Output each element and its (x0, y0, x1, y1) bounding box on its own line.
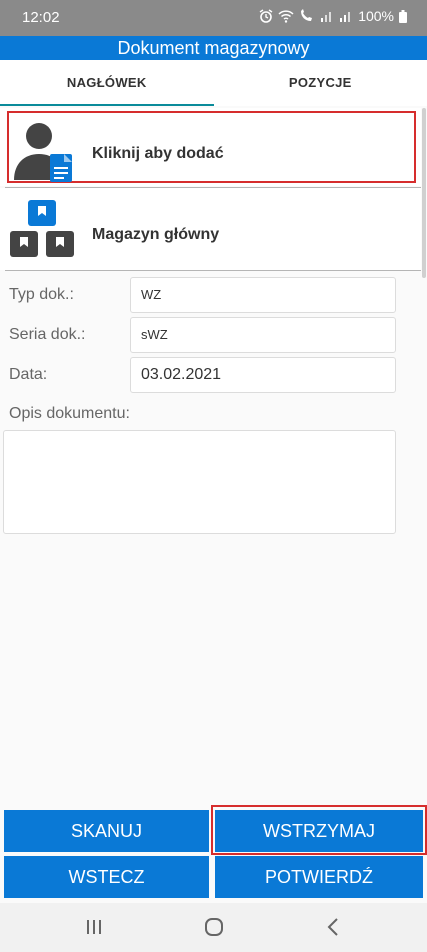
status-icons: 100% (259, 8, 407, 24)
doc-series-field[interactable]: sWZ (130, 317, 396, 353)
doc-type-field[interactable]: WZ (130, 277, 396, 313)
date-row: Data: 03.02.2021 (0, 357, 427, 393)
contractor-label: Kliknij aby dodać (92, 145, 224, 162)
description-field[interactable] (3, 430, 396, 534)
page-title: Dokument magazynowy (117, 38, 310, 58)
battery-icon (399, 9, 407, 23)
app-title-bar: Dokument magazynowy (0, 36, 427, 60)
tab-bar: NAGŁÓWEK POZYCJE (0, 60, 427, 106)
call-signal-icon (299, 9, 315, 23)
doc-type-label: Typ dok.: (9, 286, 74, 303)
warehouse-boxes-icon (8, 200, 76, 263)
warehouse-label: Magazyn główny (92, 226, 220, 243)
pause-highlight-frame (211, 805, 427, 855)
date-label: Data: (9, 366, 48, 383)
description-label: Opis dokumentu: (9, 405, 130, 422)
doc-type-row: Typ dok.: WZ (0, 277, 427, 313)
tab-items[interactable]: POZYCJE (214, 60, 427, 106)
scan-button[interactable]: SKANUJ (4, 810, 209, 852)
battery-percent: 100% (358, 8, 394, 24)
tab-header[interactable]: NAGŁÓWEK (0, 60, 214, 106)
person-document-icon (12, 114, 74, 189)
date-field[interactable]: 03.02.2021 (130, 357, 396, 393)
doc-series-row: Seria dok.: sWZ (0, 317, 427, 353)
home-icon[interactable] (202, 915, 226, 939)
back-button[interactable]: WSTECZ (4, 856, 209, 898)
signal-icon-1 (320, 10, 334, 22)
wifi-icon (278, 9, 294, 23)
status-time: 12:02 (22, 9, 60, 26)
system-nav-bar (0, 903, 427, 952)
contractor-selector[interactable]: Kliknij aby dodać (0, 108, 421, 186)
doc-series-label: Seria dok.: (9, 326, 86, 343)
warehouse-selector[interactable]: Magazyn główny (0, 188, 421, 270)
back-nav-icon[interactable] (322, 915, 346, 939)
alarm-icon (259, 9, 273, 23)
divider (5, 270, 421, 271)
confirm-button[interactable]: POTWIERDŹ (215, 856, 423, 898)
status-bar: 12:02 100% (0, 0, 427, 36)
signal-icon-2 (339, 10, 353, 22)
recent-apps-icon[interactable] (82, 915, 106, 939)
scrollbar[interactable] (422, 108, 426, 278)
